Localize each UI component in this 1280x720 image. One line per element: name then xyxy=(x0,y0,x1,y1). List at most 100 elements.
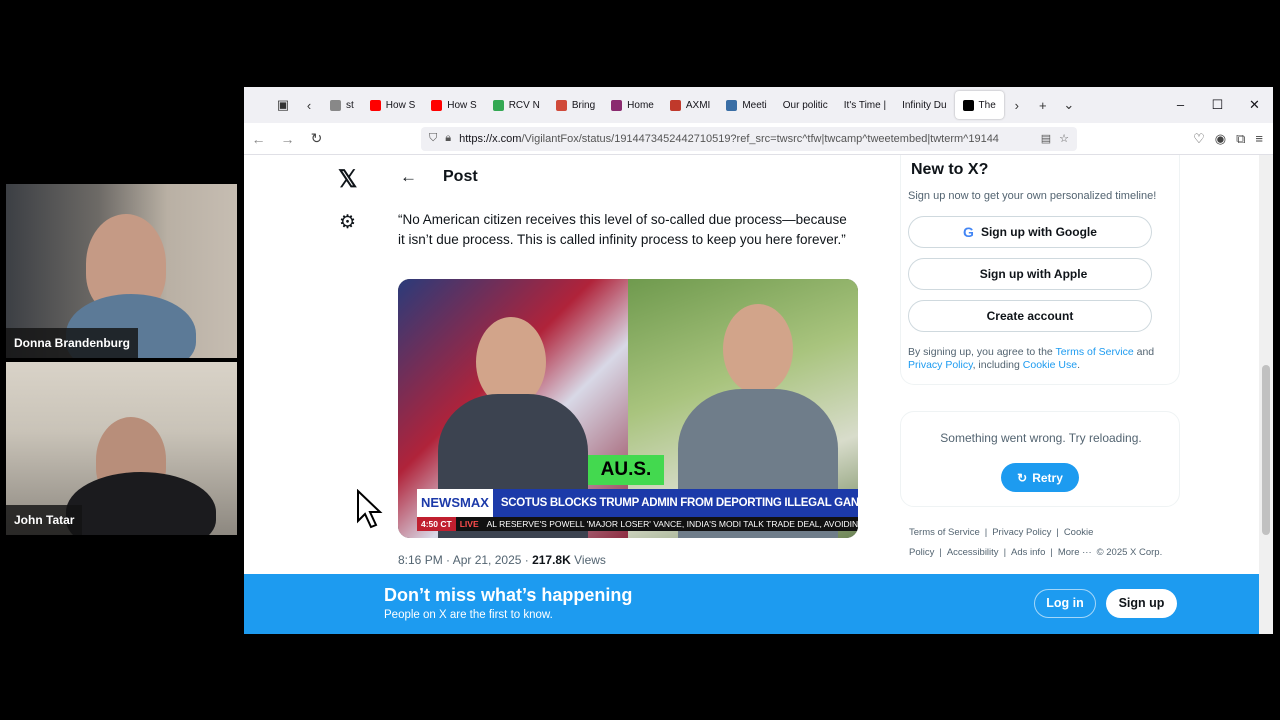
x-logo-icon[interactable]: 𝕏 xyxy=(338,165,357,194)
footer-links: Terms of Service | Privacy Policy | Cookie P… xyxy=(909,523,1179,563)
back-icon[interactable]: ← xyxy=(244,131,273,147)
tweet-meta: 8:16 PM · Apr 21, 2025 · 217.8K Views xyxy=(398,553,606,567)
banner-subtext: People on X are the first to know. xyxy=(384,609,553,621)
tab-label: It's Time | xyxy=(843,99,887,111)
tweet-video[interactable]: AU.S. NEWSMAX SCOTUS BLOCKS TRUMP ADMIN … xyxy=(398,279,858,538)
news-headline-bar: NEWSMAX SCOTUS BLOCKS TRUMP ADMIN FROM D… xyxy=(417,489,858,517)
reload-icon[interactable]: ↻ xyxy=(302,130,331,147)
tab-overview-icon[interactable]: ▣ xyxy=(270,97,296,113)
participant-name: Donna Brandenburg xyxy=(6,328,138,358)
scroll-tabs-right-icon[interactable]: › xyxy=(1004,98,1030,113)
lock-icon[interactable]: 🔒︎ xyxy=(445,132,451,145)
browser-window: ▣ ‹ st How S How S RCV N Bring Home AXMI Meeti O… xyxy=(244,87,1273,634)
url-bar[interactable]: ⛉ 🔒︎ https://x.com/VigilantFox/status/19… xyxy=(421,126,1077,151)
tweet-text: “No American citizen receives this level… xyxy=(398,212,847,247)
bookmark-star-icon[interactable]: ☆ xyxy=(1059,132,1069,145)
browser-tab[interactable]: AXMI xyxy=(662,87,718,123)
footer-link[interactable]: Terms of Service xyxy=(909,527,980,538)
settings-gear-icon[interactable]: ⚙ xyxy=(339,211,356,234)
youtube-icon xyxy=(369,99,381,111)
browser-tab[interactable]: Home xyxy=(603,87,662,123)
legal-including: , including xyxy=(972,359,1023,371)
cookie-link[interactable]: Cookie Use xyxy=(1023,359,1077,371)
browser-tab[interactable]: Infinity Du xyxy=(894,87,954,123)
browser-tab[interactable]: The xyxy=(954,91,1004,119)
tab-label: How S xyxy=(385,99,416,111)
browser-tab[interactable]: st xyxy=(322,87,362,123)
signup-google-button[interactable]: G Sign up with Google xyxy=(908,216,1152,248)
news-ticker: 4:50 CT LIVE AL RESERVE'S POWELL 'MAJOR … xyxy=(417,517,858,531)
signup-button[interactable]: Sign up xyxy=(1106,589,1177,618)
tab-label: Meeti xyxy=(742,99,767,111)
tweet-views-count: 217.8K xyxy=(532,553,571,567)
footer-separator: | xyxy=(1050,547,1053,558)
signup-google-label: Sign up with Google xyxy=(980,225,1097,239)
browser-tab[interactable]: RCV N xyxy=(485,87,548,123)
back-arrow-icon[interactable]: ← xyxy=(400,167,417,187)
home-icon xyxy=(611,99,623,111)
account-icon[interactable]: ◉ xyxy=(1215,131,1226,147)
extensions-icon[interactable]: ⧉ xyxy=(1236,131,1245,147)
maximize-icon[interactable]: ☐ xyxy=(1199,97,1236,113)
privacy-link[interactable]: Privacy Policy xyxy=(908,359,973,371)
browser-tab[interactable]: It's Time | xyxy=(836,87,894,123)
tweet-timestamp[interactable]: 8:16 PM · Apr 21, 2025 · xyxy=(398,553,532,567)
toolbar-right: ♡ ◉ ⧉ ≡ xyxy=(1193,131,1273,147)
login-button[interactable]: Log in xyxy=(1034,589,1096,618)
document-icon xyxy=(555,99,567,111)
footer-link[interactable]: Privacy Policy xyxy=(992,527,1051,538)
create-account-button[interactable]: Create account xyxy=(908,300,1152,332)
footer-separator: | xyxy=(1056,527,1059,538)
participant-name: John Tatar xyxy=(6,505,83,535)
url-path: /VigilantFox/status/1914473452442710519?… xyxy=(521,132,999,145)
tab-label: Home xyxy=(627,99,654,111)
browser-tab[interactable]: How S xyxy=(362,87,423,123)
tab-label: How S xyxy=(447,99,477,111)
signup-apple-label: Sign up with Apple xyxy=(979,267,1088,281)
signup-apple-button[interactable]: Sign up with Apple xyxy=(908,258,1152,290)
legal-prefix: By signing up, you agree to the xyxy=(908,346,1056,358)
tab-label: Our politic xyxy=(782,99,828,111)
browser-tab[interactable]: Bring xyxy=(548,87,603,123)
page-scrollbar[interactable] xyxy=(1259,155,1273,634)
new-tab-icon[interactable]: + xyxy=(1030,98,1056,113)
ticker-text: AL RESERVE'S POWELL 'MAJOR LOSER' VANCE,… xyxy=(486,519,858,529)
tab-label: The xyxy=(978,99,996,111)
browser-tab[interactable]: Our politic xyxy=(775,87,836,123)
reader-view-icon[interactable]: ▤ xyxy=(1041,132,1051,145)
scroll-tabs-left-icon[interactable]: ‹ xyxy=(296,98,322,113)
banner-headline: Don’t miss what’s happening xyxy=(384,585,633,605)
pocket-icon[interactable]: ♡ xyxy=(1193,131,1205,147)
minimize-icon[interactable]: – xyxy=(1162,97,1199,113)
list-tabs-icon[interactable]: ⌄ xyxy=(1056,97,1082,113)
footer-link[interactable]: More ··· xyxy=(1058,547,1092,558)
browser-tab[interactable]: Meeti xyxy=(718,87,774,123)
x-icon xyxy=(962,99,974,111)
footer-link[interactable]: © 2025 X Corp. xyxy=(1097,547,1163,558)
menu-icon[interactable]: ≡ xyxy=(1255,131,1263,147)
error-message: Something went wrong. Try reloading. xyxy=(940,431,1142,445)
participant-body xyxy=(66,472,216,535)
navigation-bar: ← → ↻ ⛉ 🔒︎ https://x.com/VigilantFox/sta… xyxy=(244,123,1273,155)
tab-icon xyxy=(330,99,341,111)
footer-link[interactable]: Ads info xyxy=(1011,547,1045,558)
aus-badge: AU.S. xyxy=(588,455,664,485)
retry-button[interactable]: ↻ Retry xyxy=(1001,463,1079,492)
shield-icon[interactable]: ⛉ xyxy=(429,132,437,145)
post-title: Post xyxy=(443,168,478,185)
close-icon[interactable]: ✕ xyxy=(1236,97,1273,113)
participant-video-donna: Donna Brandenburg xyxy=(6,184,237,358)
footer-link[interactable]: Accessibility xyxy=(947,547,999,558)
signup-title: New to X? xyxy=(911,161,989,178)
participant-video-john: John Tatar xyxy=(6,362,237,535)
google-icon: G xyxy=(963,224,974,240)
youtube-icon xyxy=(431,99,443,111)
terms-link[interactable]: Terms of Service xyxy=(1056,346,1134,358)
browser-tab[interactable]: How S xyxy=(423,87,484,123)
scrollbar-thumb[interactable] xyxy=(1262,365,1270,535)
footer-separator: | xyxy=(1003,547,1007,558)
tab-label: AXMI xyxy=(685,99,711,111)
tab-list: st How S How S RCV N Bring Home AXMI Meeti Our p… xyxy=(322,87,1004,123)
forward-icon[interactable]: → xyxy=(273,131,302,147)
create-account-label: Create account xyxy=(986,309,1074,323)
